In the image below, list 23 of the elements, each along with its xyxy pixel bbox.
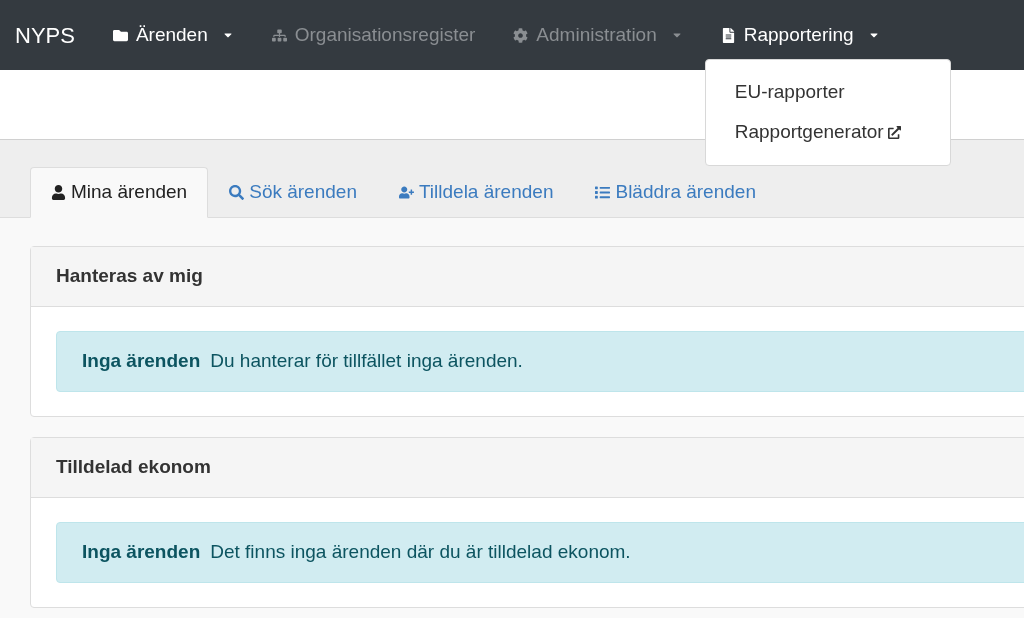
panel-title: Hanteras av mig [56, 264, 203, 289]
alert-text: Du hanterar för tillfället inga ärenden. [210, 349, 523, 374]
add-user-icon [398, 185, 414, 200]
brand-logo[interactable]: NYPS [15, 18, 75, 52]
dropdown-item[interactable]: Rapportgenerator [705, 112, 950, 153]
tab[interactable]: Sök ärenden [208, 167, 378, 218]
alert-text: Det finns inga ärenden där du är tilldelad ekonom. [210, 540, 631, 565]
alert-heading: Inga ärenden [82, 540, 201, 565]
alert-heading: Inga ärenden [82, 349, 201, 374]
folder-icon [112, 27, 128, 43]
list-icon [595, 185, 611, 200]
tab[interactable]: Bläddra ärenden [574, 167, 777, 218]
panel-title: Tilldelad ekonom [56, 455, 211, 480]
document-icon [720, 27, 736, 43]
dropdown-item[interactable]: EU-rapporter [705, 71, 950, 113]
nav-menu-item[interactable]: Rapportering [720, 20, 880, 50]
tab[interactable]: Mina ärenden [30, 167, 209, 218]
tab[interactable]: Tilldela ärenden [377, 167, 575, 218]
search-icon [229, 185, 245, 200]
user-icon [51, 185, 66, 200]
nav-menu-item[interactable]: Ärenden [112, 20, 234, 50]
sitemap-icon [271, 27, 287, 43]
settings-icon [513, 27, 529, 43]
